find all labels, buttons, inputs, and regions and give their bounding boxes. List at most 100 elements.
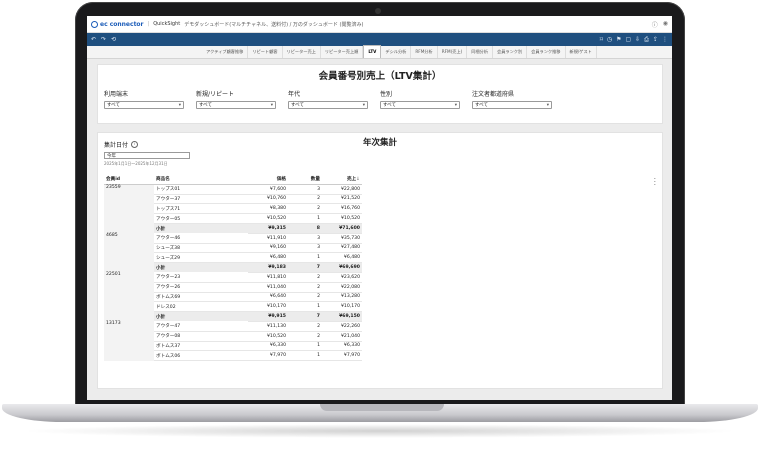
price-cell[interactable]: ¥7,600: [248, 184, 288, 195]
price-cell[interactable]: ¥10,170: [248, 301, 288, 313]
member-id-cell[interactable]: 22501: [104, 272, 154, 322]
sales-cell[interactable]: ¥21,520: [322, 194, 362, 205]
download-icon[interactable]: ⇩: [635, 36, 640, 44]
price-cell[interactable]: ¥11,040: [248, 282, 288, 293]
qty-cell[interactable]: 2: [288, 272, 322, 283]
item-name-cell[interactable]: アウター37: [154, 194, 248, 205]
sales-cell[interactable]: ¥22,800: [322, 184, 362, 195]
price-cell[interactable]: ¥10,520: [248, 331, 288, 342]
member-id-cell[interactable]: 13173: [104, 321, 154, 361]
tab-10[interactable]: 会員ランク推移: [527, 46, 566, 58]
qty-cell[interactable]: 2: [288, 292, 322, 303]
sales-cell[interactable]: ¥27,480: [322, 243, 362, 254]
schedule-icon[interactable]: ◷: [607, 36, 612, 44]
price-cell[interactable]: ¥6,480: [248, 252, 288, 264]
item-name-cell[interactable]: ボトムス69: [154, 292, 248, 303]
qty-cell[interactable]: 2: [288, 321, 322, 332]
tab-6[interactable]: RFM分析: [411, 46, 438, 58]
info-icon[interactable]: ⓘ: [652, 20, 658, 29]
filter-select[interactable]: すべて ▾: [288, 101, 368, 109]
tab-9[interactable]: 会員ランク別: [493, 46, 528, 58]
price-cell[interactable]: ¥10,520: [248, 213, 288, 224]
breadcrumb[interactable]: デモダッシュボード(マルチチャネル、送料付) / 万のダッシュボード (閲覧済み…: [184, 21, 363, 28]
price-cell[interactable]: ¥11,910: [248, 233, 288, 244]
user-icon[interactable]: ◉: [663, 20, 668, 29]
item-name-cell[interactable]: シューズ29: [154, 252, 248, 264]
tab-0[interactable]: アクティブ顧客推移: [202, 46, 249, 58]
qty-cell[interactable]: 3: [288, 233, 322, 244]
qty-cell[interactable]: 1: [288, 350, 322, 362]
item-name-cell[interactable]: アウター08: [154, 331, 248, 342]
item-name-cell[interactable]: トップス71: [154, 203, 248, 215]
tab-8[interactable]: 同梱分析: [467, 46, 494, 58]
col-qty[interactable]: 数量: [288, 175, 322, 185]
sales-cell[interactable]: ¥35,730: [322, 233, 362, 244]
price-cell[interactable]: ¥6,640: [248, 292, 288, 303]
sales-cell[interactable]: ¥6,480: [322, 252, 362, 264]
qty-cell[interactable]: 2: [288, 203, 322, 215]
qty-cell[interactable]: 2: [288, 331, 322, 342]
qty-cell[interactable]: 2: [288, 194, 322, 205]
date-select[interactable]: 今年: [104, 152, 190, 159]
price-cell[interactable]: ¥8,380: [248, 203, 288, 215]
tab-4[interactable]: LTV: [363, 45, 382, 58]
qty-cell[interactable]: 3: [288, 243, 322, 254]
tab-11[interactable]: 新規/ゲスト: [566, 46, 597, 58]
item-name-cell[interactable]: アウター26: [154, 282, 248, 293]
undo-icon[interactable]: ↶: [91, 36, 96, 43]
tab-7[interactable]: RFM(売上): [438, 46, 468, 58]
qty-cell[interactable]: 2: [288, 282, 322, 293]
item-name-cell[interactable]: ボトムス37: [154, 341, 248, 352]
sales-cell[interactable]: ¥21,040: [322, 331, 362, 342]
price-cell[interactable]: ¥7,970: [248, 350, 288, 362]
item-name-cell[interactable]: ドレス02: [154, 301, 248, 313]
tab-3[interactable]: リピーター売上順: [321, 46, 364, 58]
more-icon[interactable]: ⋮: [662, 36, 668, 44]
sales-cell[interactable]: ¥13,280: [322, 292, 362, 303]
item-name-cell[interactable]: シューズ38: [154, 243, 248, 254]
price-cell[interactable]: ¥11,810: [248, 272, 288, 283]
col-sales[interactable]: 売上↓: [322, 175, 362, 185]
filter-select[interactable]: すべて ▾: [104, 101, 184, 109]
col-member-id[interactable]: 会員id: [104, 175, 154, 185]
sales-cell[interactable]: ¥22,260: [322, 321, 362, 332]
item-name-cell[interactable]: アウター05: [154, 213, 248, 224]
member-id-cell[interactable]: 4685: [104, 233, 154, 273]
qty-cell[interactable]: 1: [288, 301, 322, 313]
price-cell[interactable]: ¥6,330: [248, 341, 288, 352]
qty-cell[interactable]: 1: [288, 252, 322, 264]
item-name-cell[interactable]: アウター47: [154, 321, 248, 332]
tab-2[interactable]: リピーター売上: [283, 46, 321, 58]
col-price[interactable]: 価格: [248, 175, 288, 185]
redo-icon[interactable]: ↷: [101, 36, 106, 43]
sales-cell[interactable]: ¥7,970: [322, 350, 362, 362]
comment-icon[interactable]: ▢: [625, 36, 631, 44]
sales-cell[interactable]: ¥22,080: [322, 282, 362, 293]
price-cell[interactable]: ¥11,130: [248, 321, 288, 332]
bookmark-icon[interactable]: ⌑: [600, 36, 603, 44]
price-cell[interactable]: ¥9,160: [248, 243, 288, 254]
item-name-cell[interactable]: トップス01: [154, 184, 248, 195]
member-id-cell[interactable]: 23559: [104, 184, 154, 234]
tab-5[interactable]: デシル分析: [381, 46, 412, 58]
sales-cell[interactable]: ¥6,330: [322, 341, 362, 352]
sales-cell[interactable]: ¥23,620: [322, 272, 362, 283]
more-options-icon[interactable]: · · ·: [654, 176, 656, 189]
item-name-cell[interactable]: アウター46: [154, 233, 248, 244]
col-item-name[interactable]: 商品名: [154, 175, 248, 185]
qty-cell[interactable]: 1: [288, 213, 322, 224]
item-name-cell[interactable]: ボトムス06: [154, 350, 248, 362]
sales-cell[interactable]: ¥10,520: [322, 213, 362, 224]
item-name-cell[interactable]: アウター23: [154, 272, 248, 283]
sales-cell[interactable]: ¥16,760: [322, 203, 362, 215]
price-cell[interactable]: ¥10,760: [248, 194, 288, 205]
reset-icon[interactable]: ⟲: [111, 36, 116, 43]
filter-select[interactable]: すべて ▾: [196, 101, 276, 109]
tab-1[interactable]: リピート顧客: [248, 46, 283, 58]
qty-cell[interactable]: 1: [288, 341, 322, 352]
info-icon[interactable]: i: [131, 141, 139, 148]
share-icon[interactable]: ⇪: [653, 36, 658, 44]
sales-cell[interactable]: ¥10,170: [322, 301, 362, 313]
alert-icon[interactable]: ⚑: [616, 36, 621, 44]
filter-select[interactable]: すべて ▾: [472, 101, 552, 109]
